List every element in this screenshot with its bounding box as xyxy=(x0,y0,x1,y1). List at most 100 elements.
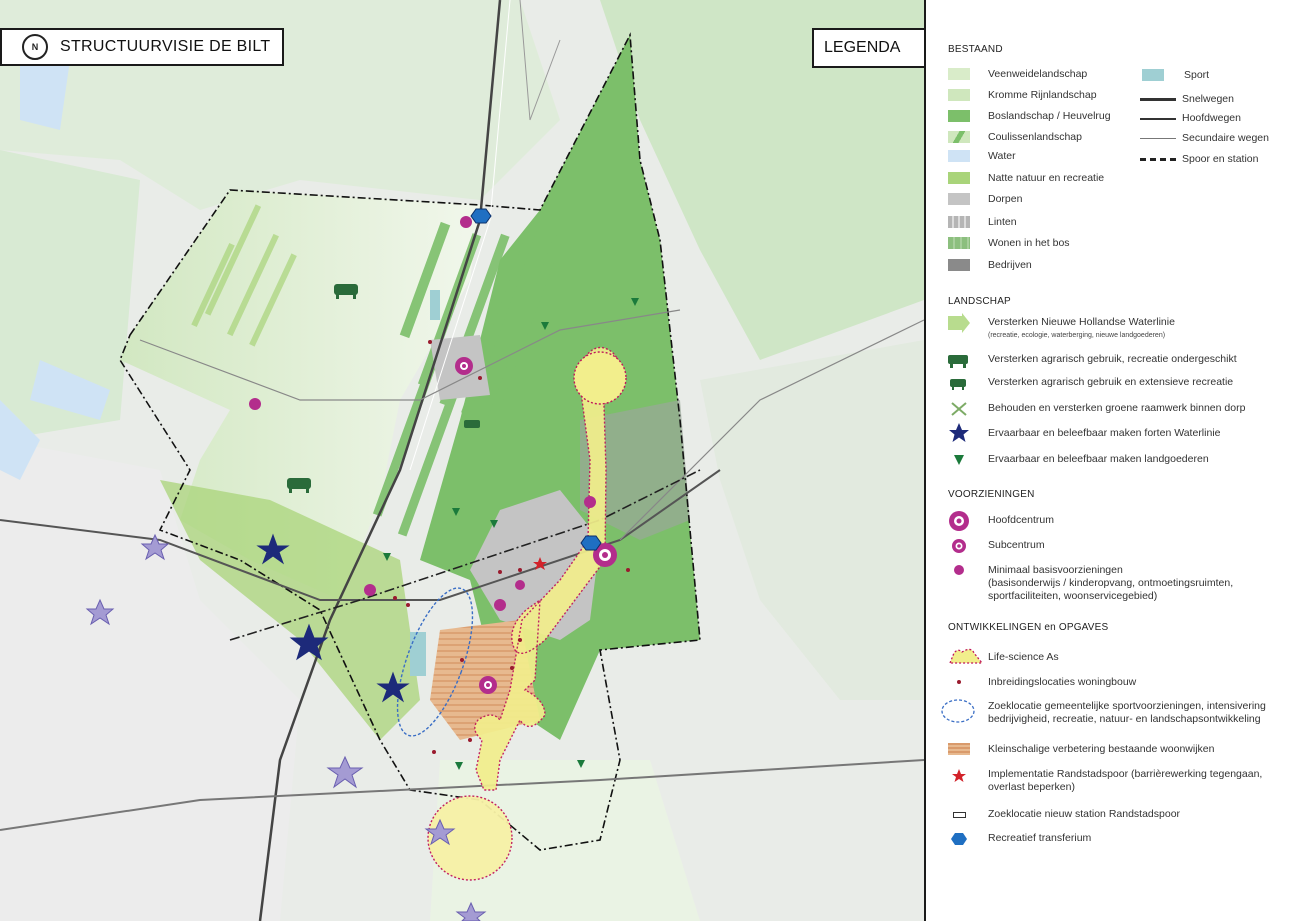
legend-item-boslandschap: Boslandschap / Heuvelrug xyxy=(948,110,1111,124)
map-title-box: N STRUCTUURVISIE DE BILT xyxy=(0,28,284,66)
legend-label: Boslandschap / Heuvelrug xyxy=(988,110,1111,122)
legend-label: Dorpen xyxy=(988,193,1023,205)
legend-label: Zoeklocatie nieuw station Randstadspoor xyxy=(988,808,1181,820)
legend-item-basisvoorzieningen: Minimaal basisvoorzieningen (basisonderwi… xyxy=(948,564,1233,603)
legend-label: Kromme Rijnlandschap xyxy=(988,89,1097,101)
boslandschap-swatch xyxy=(948,110,970,124)
legend-item-linten: Linten xyxy=(948,216,1017,230)
subcentrum-icon xyxy=(948,539,970,553)
kromme-rijn-swatch xyxy=(948,89,970,103)
legend-label: Implementatie Randstadspoor (barrièrewer… xyxy=(988,768,1262,794)
legend-label: Recreatief transferium xyxy=(988,832,1092,844)
hoofdcentrum-icon xyxy=(948,511,970,531)
legend-item-agrarisch-2: Versterken agrarisch gebruik en extensie… xyxy=(948,376,1233,390)
legend-label: Snelwegen xyxy=(1182,93,1234,105)
legend-label: Natte natuur en recreatie xyxy=(988,172,1105,184)
legend-item-wonen-bos: Wonen in het bos xyxy=(948,237,1070,251)
legend-label: Inbreidingslocaties woningbouw xyxy=(988,676,1137,688)
legend-item-life-science: Life-science As xyxy=(948,648,1059,665)
water-swatch xyxy=(948,150,970,164)
map-canvas: N STRUCTUURVISIE DE BILT LEGENDA xyxy=(0,0,924,921)
waterlinie-label: Versterken Nieuwe Hollandse Waterlinie xyxy=(988,316,1175,328)
legend-label: Ervaarbaar en beleefbaar maken landgoede… xyxy=(988,453,1209,465)
map-title: STRUCTUURVISIE DE BILT xyxy=(60,38,271,55)
legend-label: Life-science As xyxy=(988,651,1059,663)
legend-item-coulissen: Coulissenlandschap xyxy=(948,131,1082,145)
legend-item-snelwegen: Snelwegen xyxy=(1140,93,1234,107)
veenweide-swatch xyxy=(948,68,970,82)
legend-label: Veenweidelandschap xyxy=(988,68,1088,80)
coulissen-swatch xyxy=(948,131,970,145)
legend-label: Versterken Nieuwe Hollandse Waterlinie (r… xyxy=(988,316,1175,342)
legend-label: Kleinschalige verbetering bestaande woon… xyxy=(988,743,1215,755)
legend-label: Sport xyxy=(1184,69,1210,81)
legend-label: Versterken agrarisch gebruik en extensie… xyxy=(988,376,1234,388)
basis-line3: sportfaciliteiten, woonservicegebied) xyxy=(988,590,1158,602)
legend-item-spoor: Spoor en station xyxy=(1140,153,1258,167)
cow-1-icon xyxy=(948,353,970,368)
map-graphic xyxy=(0,0,924,921)
bedrijven-swatch xyxy=(948,259,970,273)
legend-label: Ervaarbaar en beleefbaar maken forten Wa… xyxy=(988,427,1221,439)
legend-label: Minimaal basisvoorzieningen (basisonderwi… xyxy=(988,564,1233,603)
legend-item-bedrijven: Bedrijven xyxy=(948,259,1032,273)
legend-item-kleinschalig: Kleinschalige verbetering bestaande woon… xyxy=(948,743,1214,757)
sport-swatch xyxy=(1142,69,1164,83)
legend-label: Versterken agrarisch gebruik, recreatie … xyxy=(988,353,1237,365)
legend-item-natte-natuur: Natte natuur en recreatie xyxy=(948,172,1104,186)
legend-item-station: Zoeklocatie nieuw station Randstadspoor xyxy=(948,808,1180,822)
legend-item-hoofdcentrum: Hoofdcentrum xyxy=(948,511,1054,531)
legend-item-randstadspoor: Implementatie Randstadspoor (barrièrewer… xyxy=(948,768,1262,794)
hoofdweg-line-icon xyxy=(1140,112,1176,126)
spoor-line-icon xyxy=(1140,153,1176,167)
legend-item-agrarisch-1: Versterken agrarisch gebruik, recreatie … xyxy=(948,353,1237,368)
hatch-icon xyxy=(948,743,970,757)
legend-item-kromme-rijn: Kromme Rijnlandschap xyxy=(948,89,1097,103)
legend-item-dorpen: Dorpen xyxy=(948,193,1022,207)
station-rect-icon xyxy=(948,808,970,822)
legend-item-secundaire-wegen: Secundaire wegen xyxy=(1140,132,1269,146)
cow-2-icon xyxy=(948,376,970,390)
basis-dot-icon xyxy=(948,564,970,578)
legend-label: Coulissenlandschap xyxy=(988,131,1082,143)
arrow-icon xyxy=(948,313,970,333)
life-science-icon xyxy=(948,648,984,665)
fort-star-icon xyxy=(948,423,970,442)
legend-label: Hoofdwegen xyxy=(1182,112,1241,124)
legend-label: Spoor en station xyxy=(1182,153,1259,165)
legend-item-veenweide: Veenweidelandschap xyxy=(948,68,1087,82)
legend-label: Subcentrum xyxy=(988,539,1045,551)
legend-item-inbreiding: Inbreidingslocaties woningbouw xyxy=(948,676,1136,690)
legend-label: Wonen in het bos xyxy=(988,237,1070,249)
legend-label: Zoeklocatie gemeentelijke sportvoorzieni… xyxy=(988,700,1266,726)
legend-item-forten: Ervaarbaar en beleefbaar maken forten Wa… xyxy=(948,423,1221,442)
linten-swatch xyxy=(948,216,970,230)
basis-line2: (basisonderwijs / kinderopvang, ontmoeti… xyxy=(988,577,1234,589)
natte-natuur-swatch xyxy=(948,172,970,186)
randstadspoor-line1: Implementatie Randstadspoor (barrièrewer… xyxy=(988,768,1263,780)
legend-item-waterlinie: Versterken Nieuwe Hollandse Waterlinie (r… xyxy=(948,313,1175,342)
red-star-icon xyxy=(948,768,970,782)
waterlinie-sublabel: (recreatie, ecologie, waterberging, nieu… xyxy=(988,332,1166,339)
legend-section-bestaand: BESTAAND xyxy=(948,44,1003,55)
legend-label: Secundaire wegen xyxy=(1182,132,1269,144)
legend-item-water: Water xyxy=(948,150,1016,164)
zoeklocatie-line1: Zoeklocatie gemeentelijke sportvoorzieni… xyxy=(988,700,1266,712)
legend-label: Water xyxy=(988,150,1016,162)
red-dot-icon xyxy=(948,676,970,690)
legend-section-voorzieningen: VOORZIENINGEN xyxy=(948,489,1035,500)
north-arrow-icon: N xyxy=(22,34,48,60)
dorpen-swatch xyxy=(948,193,970,207)
snelweg-line-icon xyxy=(1140,93,1176,107)
legend-item-subcentrum: Subcentrum xyxy=(948,539,1045,553)
legend-label: Hoofdcentrum xyxy=(988,514,1054,526)
basis-line1: Minimaal basisvoorzieningen xyxy=(988,564,1123,576)
estate-triangle-icon xyxy=(948,453,970,467)
legend-item-transferium: Recreatief transferium xyxy=(948,832,1091,846)
green-cross-icon xyxy=(948,402,970,416)
legend-tab: LEGENDA xyxy=(812,28,924,68)
wonen-bos-swatch xyxy=(948,237,970,251)
legend-item-sport: Sport xyxy=(1142,69,1209,83)
secundaire-weg-line-icon xyxy=(1140,132,1176,146)
hexagon-icon xyxy=(948,832,970,846)
